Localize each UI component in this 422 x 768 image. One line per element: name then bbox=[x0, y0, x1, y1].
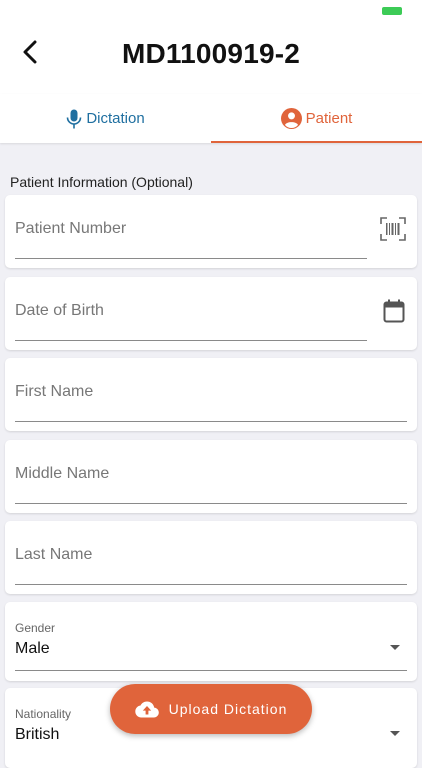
barcode-scan-icon bbox=[380, 217, 406, 241]
last-name-field[interactable]: Last Name bbox=[15, 546, 92, 564]
patient-number-underline bbox=[15, 258, 367, 259]
gender-label: Gender bbox=[15, 621, 56, 635]
section-label: Patient Information (Optional) bbox=[10, 174, 193, 190]
last-name-underline bbox=[15, 584, 407, 585]
patient-number-card: Patient Number bbox=[5, 195, 417, 268]
account-circle-icon bbox=[280, 108, 302, 129]
nationality-label: Nationality bbox=[15, 707, 72, 721]
first-name-card: First Name bbox=[5, 358, 417, 431]
battery-icon bbox=[382, 7, 402, 15]
cloud-upload-icon bbox=[134, 701, 159, 717]
tab-dictation-label: Dictation bbox=[86, 110, 145, 127]
middle-name-field[interactable]: Middle Name bbox=[15, 465, 109, 483]
caret-down-icon bbox=[390, 731, 400, 736]
page-title: MD1100919-2 bbox=[121, 38, 301, 69]
caret-down-icon bbox=[390, 645, 400, 650]
upload-dictation-label: Upload Dictation bbox=[168, 701, 288, 717]
gender-card[interactable]: Gender Male bbox=[5, 602, 417, 681]
middle-name-card: Middle Name bbox=[5, 440, 417, 513]
barcode-scan-button[interactable] bbox=[379, 215, 407, 243]
first-name-underline bbox=[15, 421, 407, 422]
last-name-card: Last Name bbox=[5, 521, 417, 594]
tab-dictation[interactable]: Dictation bbox=[0, 94, 211, 143]
header: MD1100919-2 bbox=[0, 24, 422, 94]
microphone-icon bbox=[67, 109, 82, 128]
status-bar bbox=[0, 0, 422, 24]
patient-number-field[interactable]: Patient Number bbox=[15, 220, 126, 238]
gender-select[interactable]: Male bbox=[15, 640, 50, 658]
first-name-field[interactable]: First Name bbox=[15, 383, 93, 401]
gender-underline bbox=[15, 670, 407, 671]
date-picker-button[interactable] bbox=[381, 297, 407, 325]
middle-name-underline bbox=[15, 503, 407, 504]
upload-dictation-button[interactable]: Upload Dictation bbox=[110, 684, 312, 734]
date-of-birth-card: Date of Birth bbox=[5, 277, 417, 350]
date-of-birth-underline bbox=[15, 340, 367, 341]
tab-patient[interactable]: Patient bbox=[211, 94, 422, 143]
nationality-select[interactable]: British bbox=[15, 726, 59, 744]
tab-patient-label: Patient bbox=[305, 110, 353, 127]
date-of-birth-field[interactable]: Date of Birth bbox=[15, 302, 104, 320]
calendar-icon bbox=[383, 299, 405, 323]
tab-bar: Dictation Patient bbox=[0, 94, 422, 143]
